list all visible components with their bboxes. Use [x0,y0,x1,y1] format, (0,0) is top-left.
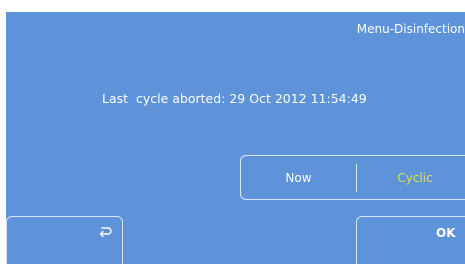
mode-now-button[interactable]: Now [241,156,356,199]
back-button[interactable] [6,216,123,264]
ok-button[interactable]: OK [356,216,465,264]
return-arrow-icon [99,227,112,238]
ok-button-label: OK [436,226,456,240]
mode-cyclic-button[interactable]: Cyclic [357,156,465,199]
mode-selector: Now Cyclic [240,155,465,200]
disinfection-screen: Menu-Disinfection Last cycle aborted: 29… [0,0,465,264]
last-cycle-status: Last cycle aborted: 29 Oct 2012 11:54:49 [102,91,367,106]
page-title: Menu-Disinfection [356,22,465,36]
